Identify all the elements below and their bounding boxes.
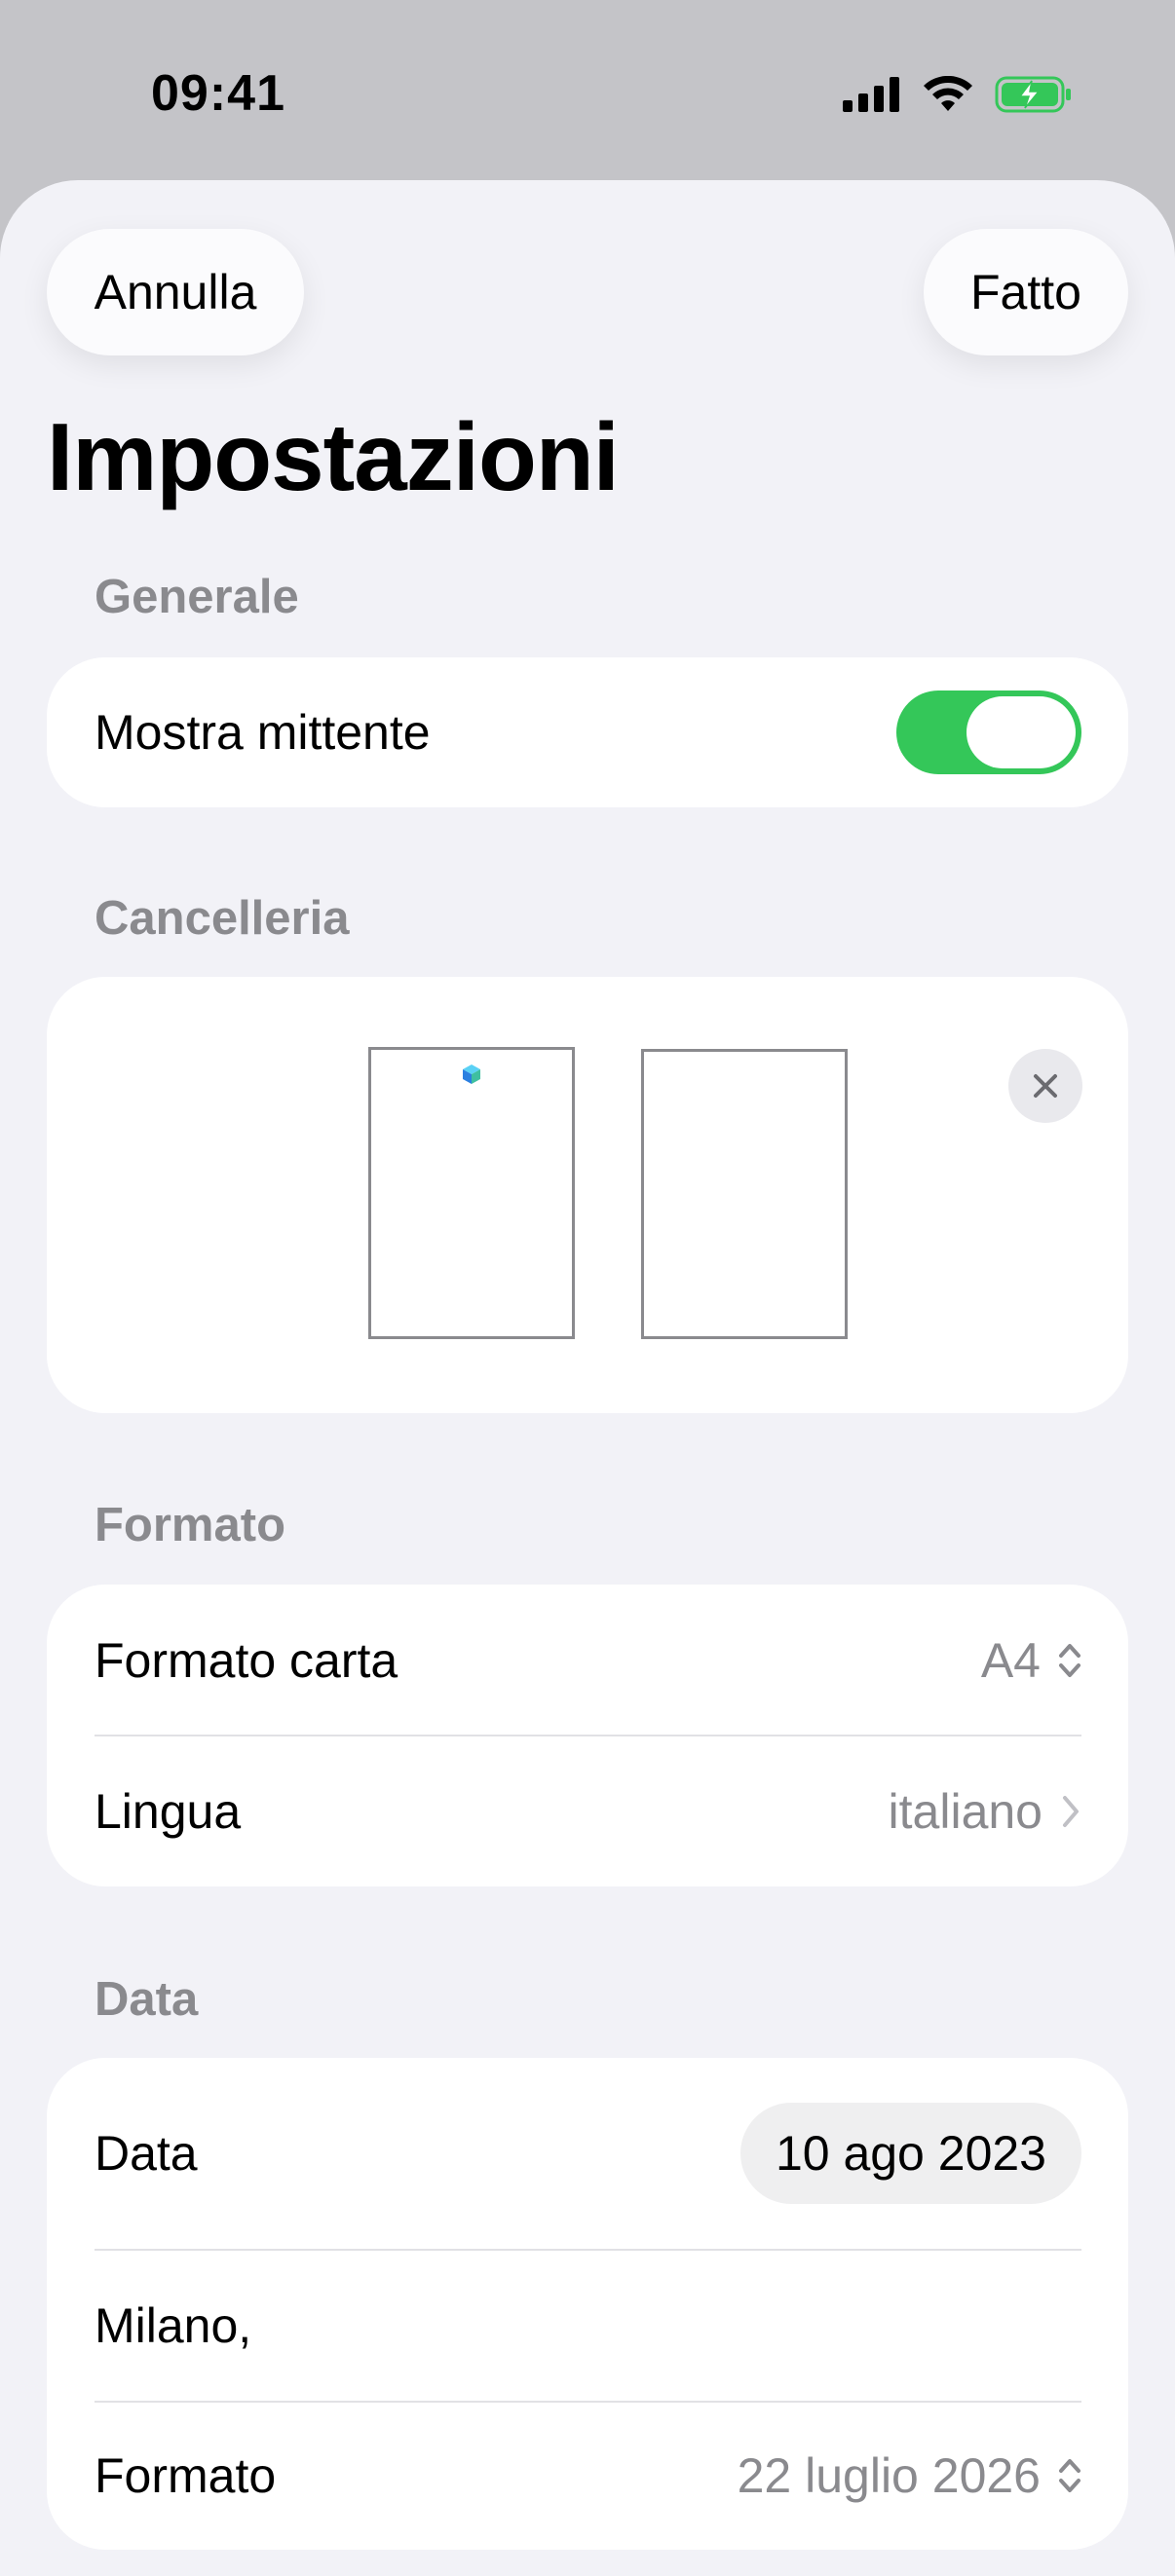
language-label: Lingua <box>95 1783 242 1839</box>
toggle-knob <box>967 696 1076 768</box>
place-row[interactable]: Milano, <box>47 2251 1128 2401</box>
date-format-label: Formato <box>95 2448 277 2503</box>
date-format-value[interactable]: 22 luglio 2026 <box>738 2447 1081 2504</box>
signal-icon <box>843 77 899 112</box>
clear-stationery-button[interactable] <box>1008 1049 1082 1123</box>
language-row[interactable]: Lingua italiano <box>47 1736 1128 1886</box>
stationery-card <box>47 977 1128 1413</box>
section-header-stationery: Cancelleria <box>95 892 350 945</box>
cancel-button[interactable]: Annulla <box>47 229 304 355</box>
wifi-icon <box>924 76 972 111</box>
stationery-page-second[interactable] <box>641 1049 848 1339</box>
date-row: Data 10 ago 2023 <box>47 2058 1128 2249</box>
stationery-page-first[interactable] <box>368 1047 575 1339</box>
status-bar: 09:41 <box>0 0 1175 185</box>
status-icons <box>843 70 1073 119</box>
date-picker-button[interactable]: 10 ago 2023 <box>739 2103 1081 2204</box>
paper-format-value[interactable]: A4 <box>981 1632 1081 1689</box>
settings-sheet: Annulla Fatto Impostazioni Generale Most… <box>0 180 1175 2576</box>
paper-format-label: Formato carta <box>95 1632 398 1688</box>
date-card: Data 10 ago 2023 Milano, Formato 22 lugl… <box>47 2058 1128 2550</box>
chevron-up-down-icon <box>1059 2459 1080 2492</box>
page-title: Impostazioni <box>47 403 620 510</box>
section-header-general: Generale <box>95 571 299 623</box>
done-button[interactable]: Fatto <box>924 229 1128 355</box>
battery-charging-icon <box>995 76 1071 113</box>
show-sender-toggle[interactable] <box>896 691 1081 774</box>
date-format-row[interactable]: Formato 22 luglio 2026 <box>47 2403 1128 2549</box>
status-time: 09:41 <box>151 65 285 122</box>
chevron-right-icon <box>1063 1795 1079 1827</box>
language-value-text: italiano <box>888 1783 1042 1839</box>
cube-logo-icon <box>463 1064 480 1084</box>
section-header-format: Formato <box>95 1499 285 1551</box>
show-sender-row: Mostra mittente <box>47 657 1128 807</box>
chevron-up-down-icon <box>1059 1643 1080 1677</box>
place-field[interactable]: Milano, <box>95 2297 251 2354</box>
show-sender-label: Mostra mittente <box>95 705 431 760</box>
section-header-date: Data <box>95 1973 199 2026</box>
general-card: Mostra mittente <box>47 657 1128 807</box>
paper-format-value-text: A4 <box>980 1632 1041 1688</box>
paper-format-row[interactable]: Formato carta A4 <box>47 1585 1128 1736</box>
date-format-value-text: 22 luglio 2026 <box>737 2448 1041 2503</box>
close-icon <box>1034 1074 1057 1098</box>
date-label: Data <box>95 2126 198 2181</box>
format-card: Formato carta A4 Lingua italiano <box>47 1585 1128 1886</box>
language-value[interactable]: italiano <box>889 1783 1081 1840</box>
